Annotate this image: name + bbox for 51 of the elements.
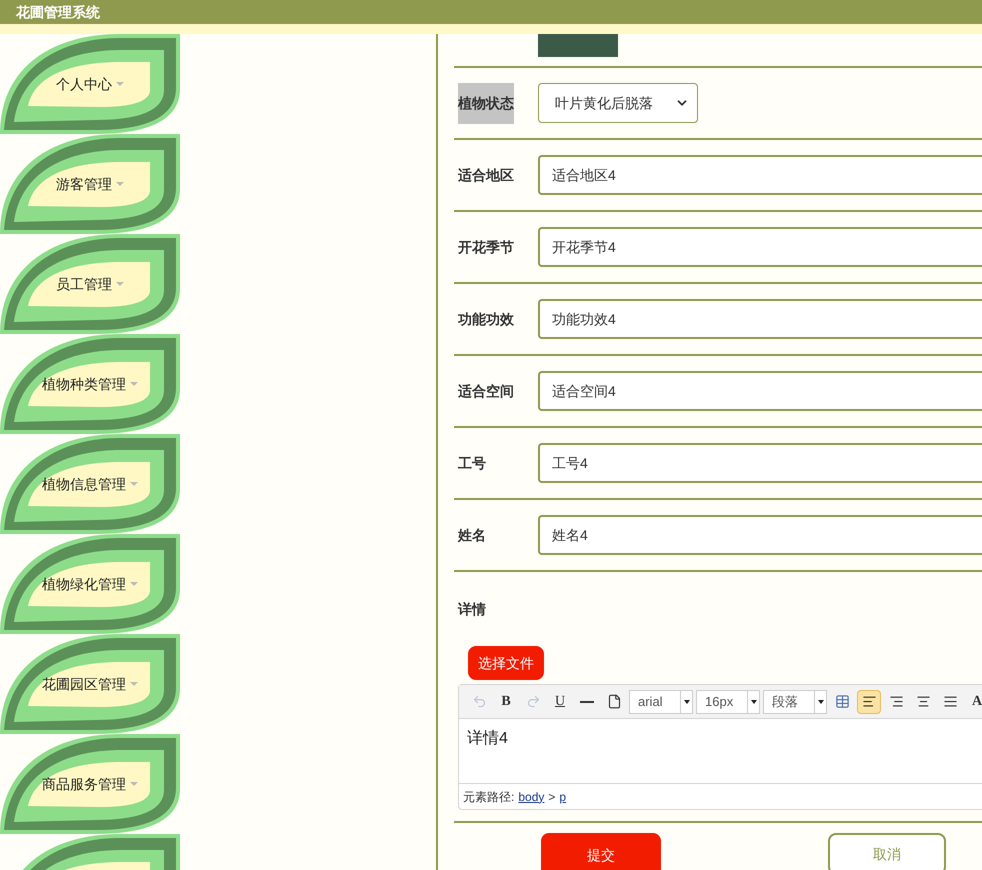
horizontal-rule-icon bbox=[580, 700, 594, 702]
path-separator: > bbox=[548, 788, 556, 806]
underline-button[interactable]: U bbox=[548, 690, 572, 714]
editor-content[interactable]: 详情4 bbox=[459, 719, 982, 783]
caret-icon bbox=[130, 782, 138, 786]
choose-file-button[interactable]: 选择文件 bbox=[468, 646, 544, 680]
submit-button[interactable]: 提交 bbox=[541, 833, 661, 870]
field-label: 植物状态 bbox=[458, 82, 514, 124]
path-link[interactable]: body bbox=[518, 788, 544, 806]
page-icon bbox=[606, 694, 622, 709]
color-button[interactable]: A bbox=[965, 690, 982, 714]
path-link[interactable]: p bbox=[559, 788, 566, 806]
input-field[interactable]: 工号4 bbox=[538, 443, 982, 483]
field-label: 姓名 bbox=[458, 526, 487, 544]
field-label: 开花季节 bbox=[458, 238, 514, 256]
align-right-icon bbox=[888, 694, 904, 709]
caret-icon bbox=[684, 700, 690, 704]
caret-icon bbox=[130, 382, 138, 386]
caret-icon bbox=[818, 700, 824, 704]
toolbar-dropdown[interactable]: 16px bbox=[696, 690, 760, 714]
toolbar-dropdown[interactable]: 段落 bbox=[763, 690, 827, 714]
input-field[interactable]: 姓名4 bbox=[538, 515, 982, 555]
field-label: 工号 bbox=[458, 454, 487, 472]
input-field[interactable]: 适合地区4 bbox=[538, 155, 982, 195]
caret-icon bbox=[130, 582, 138, 586]
redo-icon bbox=[526, 694, 540, 709]
input-field[interactable]: 功能功效4 bbox=[538, 299, 982, 339]
caret-icon bbox=[130, 482, 138, 486]
bold-button[interactable]: B bbox=[494, 690, 518, 714]
caret-icon bbox=[750, 700, 756, 704]
field-label: 详情 bbox=[458, 600, 486, 618]
justify-icon bbox=[942, 694, 958, 709]
align-left-button[interactable] bbox=[857, 690, 881, 714]
field-label: 适合空间 bbox=[458, 382, 514, 400]
app-title: 花圃管理系统 bbox=[16, 3, 100, 21]
input-field[interactable]: 适合空间4 bbox=[538, 371, 982, 411]
field-label: 适合地区 bbox=[458, 166, 514, 184]
select-field[interactable]: 叶片黄化后脱落 bbox=[538, 83, 698, 123]
table-icon bbox=[834, 694, 850, 709]
caret-icon bbox=[116, 182, 124, 186]
caret-icon bbox=[130, 682, 138, 686]
align-left-icon bbox=[862, 694, 876, 709]
select-value: 叶片黄化后脱落 bbox=[555, 94, 654, 112]
undo-icon bbox=[472, 694, 486, 709]
field-label: 功能功效 bbox=[458, 310, 514, 328]
path-label: 元素路径: bbox=[463, 788, 514, 806]
toolbar-dropdown[interactable]: arial bbox=[629, 690, 693, 714]
input-field[interactable]: 开花季节4 bbox=[538, 227, 982, 267]
caret-icon bbox=[116, 282, 124, 286]
align-center-icon bbox=[916, 694, 930, 709]
caret-icon bbox=[116, 82, 124, 86]
